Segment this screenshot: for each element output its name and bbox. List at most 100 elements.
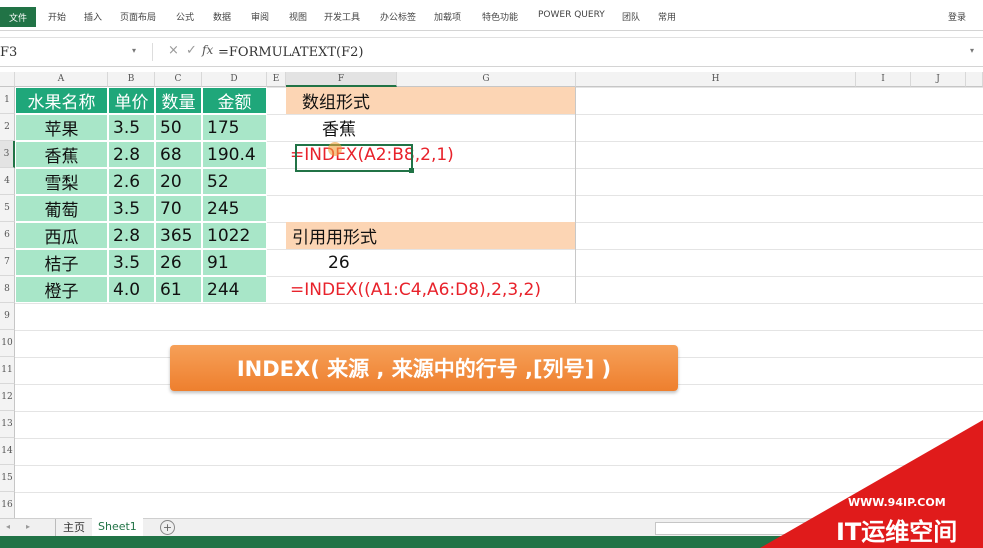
table-cell[interactable]: 葡萄 xyxy=(15,195,108,222)
tab-data[interactable]: 数据 xyxy=(213,10,231,23)
table-cell[interactable]: 245 xyxy=(202,195,267,222)
column-header-g[interactable]: G xyxy=(397,72,576,87)
reference-form-label[interactable]: 引用用形式 xyxy=(286,222,576,249)
tab-office-tab[interactable]: 办公标签 xyxy=(380,10,416,23)
array-form-label[interactable]: 数组形式 xyxy=(286,87,576,114)
add-sheet-icon[interactable]: + xyxy=(160,520,175,535)
table-header-cell[interactable]: 单价 xyxy=(108,87,155,114)
table-cell[interactable]: 365 xyxy=(155,222,202,249)
tab-review[interactable]: 审阅 xyxy=(251,10,269,23)
tab-power-query[interactable]: POWER QUERY xyxy=(538,10,605,20)
sheet-tab-home[interactable]: 主页 xyxy=(55,519,92,536)
table-cell[interactable]: 70 xyxy=(155,195,202,222)
table-cell[interactable]: 68 xyxy=(155,141,202,168)
name-box[interactable]: F3 xyxy=(0,41,148,63)
row-header[interactable]: 8 xyxy=(0,276,15,303)
column-header-a[interactable]: A xyxy=(15,72,108,87)
table-cell[interactable]: 190.4 xyxy=(202,141,267,168)
table-header-cell[interactable]: 金额 xyxy=(202,87,267,114)
insert-function-icon[interactable]: fx xyxy=(202,43,213,57)
table-cell[interactable]: 52 xyxy=(202,168,267,195)
row-header[interactable]: 10 xyxy=(0,330,15,357)
table-header-cell[interactable]: 水果名称 xyxy=(15,87,108,114)
table-cell[interactable]: 4.0 xyxy=(108,276,155,303)
column-header-b[interactable]: B xyxy=(108,72,155,87)
row-header[interactable]: 13 xyxy=(0,411,15,438)
expand-formula-bar-icon[interactable]: ▾ xyxy=(970,46,974,55)
reference-form-result[interactable]: 26 xyxy=(286,249,397,276)
row-header[interactable]: 5 xyxy=(0,195,15,222)
table-cell[interactable]: 2.8 xyxy=(108,222,155,249)
table-cell[interactable]: 1022 xyxy=(202,222,267,249)
tab-home[interactable]: 开始 xyxy=(48,10,66,23)
tab-common[interactable]: 常用 xyxy=(658,10,676,23)
table-cell[interactable]: 香蕉 xyxy=(15,141,108,168)
login-link[interactable]: 登录 xyxy=(948,10,966,23)
cancel-icon[interactable]: × xyxy=(168,43,179,58)
column-header-k[interactable] xyxy=(966,72,983,87)
table-cell[interactable]: 2.8 xyxy=(108,141,155,168)
row-header[interactable]: 9 xyxy=(0,303,15,330)
active-cell-selection[interactable] xyxy=(295,144,413,172)
column-header-h[interactable]: H xyxy=(576,72,856,87)
column-header-i[interactable]: I xyxy=(856,72,911,87)
row-header[interactable]: 3 xyxy=(0,141,15,168)
tab-developer[interactable]: 开发工具 xyxy=(324,10,360,23)
table-cell[interactable]: 雪梨 xyxy=(15,168,108,195)
tab-formulas[interactable]: 公式 xyxy=(176,10,194,23)
row-header[interactable]: 4 xyxy=(0,168,15,195)
name-box-dropdown-icon[interactable]: ▾ xyxy=(132,46,136,55)
table-cell[interactable]: 3.5 xyxy=(108,195,155,222)
table-cell[interactable]: 3.5 xyxy=(108,249,155,276)
table-header-cell[interactable]: 数量 xyxy=(155,87,202,114)
tab-file[interactable]: 文件 xyxy=(0,7,36,27)
watermark-brand: IT运维空间 xyxy=(836,518,958,546)
sheet-tab-sheet1[interactable]: Sheet1 xyxy=(92,518,143,538)
column-header-c[interactable]: C xyxy=(155,72,202,87)
row-header[interactable]: 7 xyxy=(0,249,15,276)
tab-page-layout[interactable]: 页面布局 xyxy=(120,10,156,23)
column-header-j[interactable]: J xyxy=(911,72,966,87)
table-cell[interactable]: 20 xyxy=(155,168,202,195)
formula-bar: F3 ▾ × ✓ fx =FORMULATEXT(F2) ▾ xyxy=(0,37,983,67)
tab-insert[interactable]: 插入 xyxy=(84,10,102,23)
scroll-right-icon[interactable]: ▸ xyxy=(26,522,30,531)
row-header[interactable]: 14 xyxy=(0,438,15,465)
enter-icon[interactable]: ✓ xyxy=(186,43,197,58)
reference-form-formula[interactable]: =INDEX((A1:C4,A6:D8),2,3,2) xyxy=(286,276,576,303)
table-cell[interactable]: 26 xyxy=(155,249,202,276)
table-cell[interactable]: 61 xyxy=(155,276,202,303)
column-header-f[interactable]: F xyxy=(286,72,397,87)
index-syntax-banner: INDEX( 来源 , 来源中的行号 ,[列号] ) xyxy=(170,345,678,391)
table-cell[interactable]: 苹果 xyxy=(15,114,108,141)
row-header[interactable]: 16 xyxy=(0,492,15,518)
column-header-e[interactable]: E xyxy=(267,72,286,87)
fill-handle[interactable] xyxy=(409,168,414,173)
tab-team[interactable]: 团队 xyxy=(622,10,640,23)
row-header[interactable]: 6 xyxy=(0,222,15,249)
tab-features[interactable]: 特色功能 xyxy=(482,10,518,23)
row-header[interactable]: 15 xyxy=(0,465,15,492)
table-cell[interactable]: 175 xyxy=(202,114,267,141)
table-cell[interactable]: 91 xyxy=(202,249,267,276)
select-all-corner[interactable] xyxy=(0,72,15,87)
table-cell[interactable]: 橙子 xyxy=(15,276,108,303)
mouse-cursor-icon xyxy=(328,142,342,156)
row-header[interactable]: 12 xyxy=(0,384,15,411)
table-cell[interactable]: 50 xyxy=(155,114,202,141)
row-header[interactable]: 1 xyxy=(0,87,15,114)
table-cell[interactable]: 桔子 xyxy=(15,249,108,276)
table-cell[interactable]: 244 xyxy=(202,276,267,303)
table-cell[interactable]: 西瓜 xyxy=(15,222,108,249)
tab-view[interactable]: 视图 xyxy=(289,10,307,23)
column-header-d[interactable]: D xyxy=(202,72,267,87)
row-header[interactable]: 11 xyxy=(0,357,15,384)
row-header[interactable]: 2 xyxy=(0,114,15,141)
formula-input[interactable]: =FORMULATEXT(F2) xyxy=(218,41,363,63)
table-cell[interactable]: 3.5 xyxy=(108,114,155,141)
table-cell[interactable]: 2.6 xyxy=(108,168,155,195)
scroll-left-icon[interactable]: ◂ xyxy=(6,522,10,531)
array-form-result[interactable]: 香蕉 xyxy=(286,114,397,141)
column-border xyxy=(575,87,576,303)
tab-addins[interactable]: 加载项 xyxy=(434,10,461,23)
